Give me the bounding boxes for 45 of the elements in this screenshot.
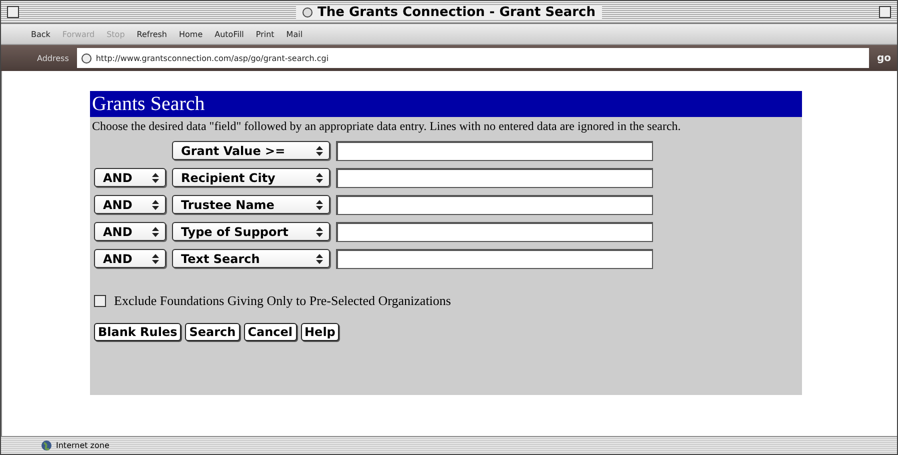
form-button[interactable]: Search — [185, 323, 240, 341]
form-button[interactable]: Blank Rules — [94, 323, 182, 341]
form-title: Grants Search — [90, 91, 802, 117]
value-field[interactable] — [336, 168, 653, 188]
field-select[interactable]: Recipient City — [172, 168, 330, 187]
form-button[interactable]: Help — [300, 323, 340, 341]
connector-select[interactable]: AND — [94, 168, 166, 187]
value-field[interactable] — [336, 194, 653, 214]
checkbox[interactable] — [94, 295, 106, 307]
toolbar-button[interactable]: Refresh — [136, 30, 167, 38]
address-label: Address — [37, 54, 69, 62]
updown-arrow-icon — [316, 172, 323, 182]
updown-arrow-icon — [316, 226, 323, 236]
form-button[interactable]: Cancel — [244, 323, 297, 341]
field-select[interactable]: Trustee Name — [172, 195, 330, 214]
connector-select[interactable]: AND — [94, 249, 166, 268]
toolbar-button[interactable]: AutoFill — [214, 30, 244, 38]
toolbar-button[interactable]: Print — [256, 30, 274, 38]
checkbox-label: Exclude Foundations Giving Only to Pre-Selected Organizations — [114, 293, 451, 309]
field-select[interactable]: Grant Value >= — [172, 141, 330, 160]
updown-arrow-icon — [152, 200, 159, 210]
address-field[interactable]: http://www.grantsconnection.com/asp/go/grant-search.cgi — [76, 48, 869, 68]
zoom-box-icon[interactable] — [879, 6, 892, 18]
window-title: The Grants Connection - Grant Search — [296, 4, 602, 20]
updown-arrow-icon — [152, 254, 159, 264]
field-select[interactable]: Text Search — [172, 249, 330, 268]
updown-arrow-icon — [152, 172, 159, 182]
value-field[interactable] — [336, 222, 653, 242]
status-text: Internet zone — [56, 441, 110, 450]
value-field[interactable] — [336, 140, 653, 160]
go-button[interactable]: go — [876, 52, 891, 64]
connector-select[interactable]: AND — [94, 222, 166, 241]
url-text: http://www.grantsconnection.com/asp/go/grant-search.cgi — [96, 54, 329, 62]
updown-arrow-icon — [152, 226, 159, 236]
field-select[interactable]: Type of Support — [172, 222, 330, 241]
updown-arrow-icon — [316, 254, 323, 264]
updown-arrow-icon — [316, 200, 323, 210]
connector-select[interactable]: AND — [94, 195, 166, 214]
value-field[interactable] — [336, 248, 653, 268]
updown-arrow-icon — [316, 146, 323, 156]
toolbar-button[interactable]: Home — [179, 30, 203, 38]
close-box-icon[interactable] — [7, 6, 19, 18]
toolbar-button[interactable]: Back — [31, 30, 50, 38]
toolbar-button[interactable]: Mail — [286, 30, 303, 38]
instructions-text: Choose the desired data "field" followed by an appropriate data entry. Lines with no entered data are ignored in the search. — [91, 118, 682, 134]
